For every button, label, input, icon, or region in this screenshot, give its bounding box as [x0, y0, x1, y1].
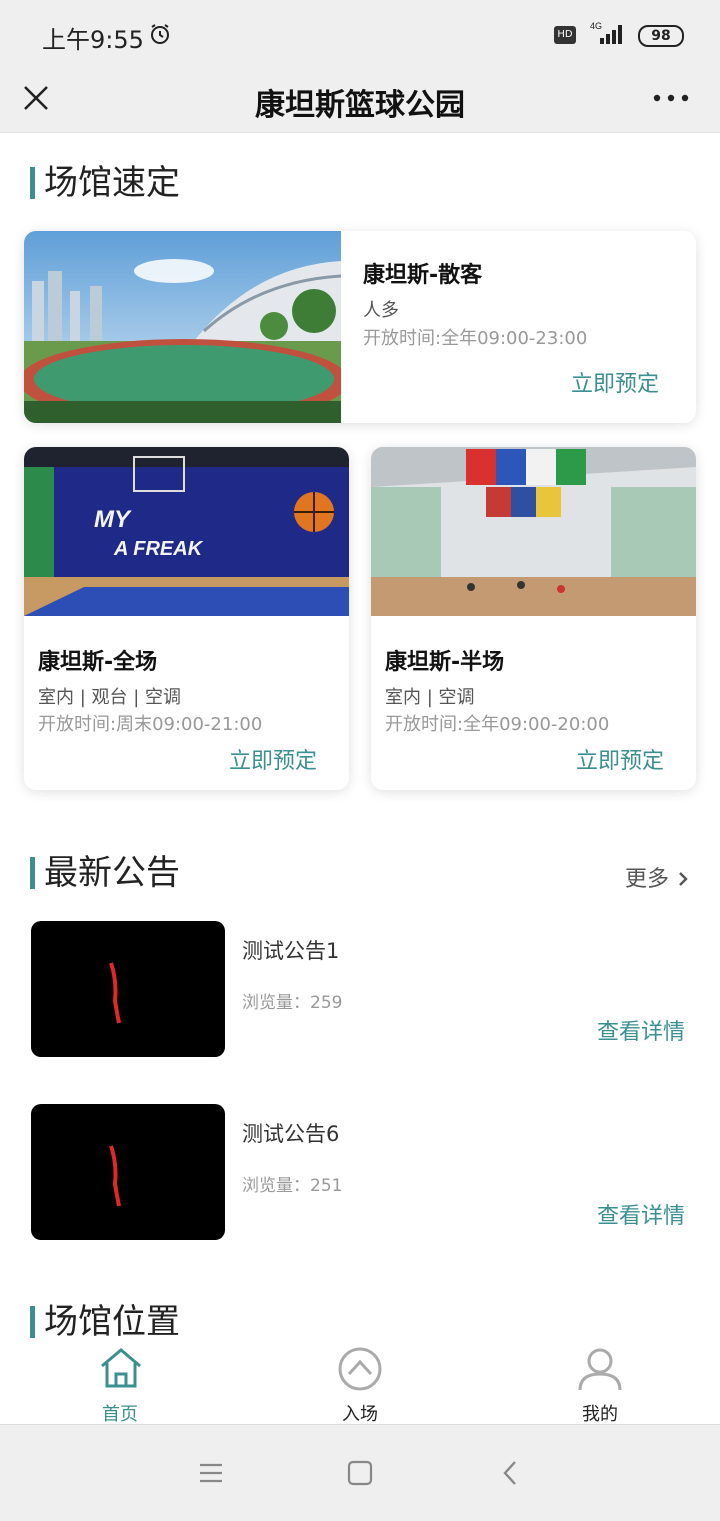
svg-text:A FREAK: A FREAK	[113, 538, 204, 560]
system-nav-bar	[0, 1424, 720, 1521]
venue-hours: 开放时间:全年09:00-20:00	[385, 714, 610, 735]
menu-icon[interactable]	[198, 1462, 224, 1484]
red-mark-image	[109, 962, 121, 1024]
notice-title: 测试公告1	[242, 939, 340, 963]
venue-image-stadium	[24, 231, 341, 423]
back-icon[interactable]	[500, 1459, 520, 1487]
more-options-icon[interactable]	[650, 84, 692, 112]
tab-label: 首页	[102, 1404, 138, 1425]
alarm-icon	[151, 24, 169, 44]
venue-hours: 开放时间:全年09:00-23:00	[363, 328, 588, 349]
venue-name: 康坦斯-散客	[363, 263, 483, 288]
page-title: 康坦斯篮球公园	[255, 88, 465, 123]
venue-card-half-court[interactable]: 康坦斯-半场 室内 | 空调 开放时间:全年09:00-20:00 立即预定	[371, 447, 696, 790]
tab-bar: 首页 入场 我的	[0, 1338, 720, 1425]
signal-icon: 4G	[590, 21, 622, 44]
view-details-button[interactable]: 查看详情	[597, 1014, 685, 1046]
red-mark-image	[109, 1145, 121, 1207]
venue-card-full-court[interactable]: MY A FREAK 康坦斯-全场 室内 | 观台 | 空调 开放时间:周末09…	[24, 447, 349, 790]
book-now-button[interactable]: 立即预定	[229, 743, 317, 775]
venue-image-full-court: MY A FREAK	[24, 447, 349, 616]
section-title-location: 场馆位置	[30, 1302, 180, 1342]
notice-thumbnail	[31, 1104, 225, 1240]
section-title-notices: 最新公告	[30, 853, 180, 893]
venue-hours: 开放时间:周末09:00-21:00	[38, 714, 263, 735]
more-notices-link[interactable]: 更多	[625, 861, 690, 893]
tab-entry[interactable]: 入场	[300, 1338, 420, 1425]
hd-icon: HD	[554, 26, 576, 44]
section-title-booking: 场馆速定	[30, 163, 180, 203]
notice-thumbnail	[31, 921, 225, 1057]
tab-label: 我的	[582, 1404, 618, 1425]
venue-image-half-court	[371, 447, 696, 616]
more-label: 更多	[625, 867, 670, 892]
nav-bar: 康坦斯篮球公园	[0, 66, 720, 133]
venue-tags: 室内 | 空调	[385, 687, 475, 708]
svg-text:MY: MY	[94, 506, 132, 533]
tab-home[interactable]: 首页	[60, 1338, 180, 1425]
chevron-right-icon	[679, 872, 688, 886]
view-details-button[interactable]: 查看详情	[597, 1198, 685, 1230]
venue-name: 康坦斯-半场	[385, 650, 505, 675]
chevron-up-circle-icon	[338, 1347, 382, 1391]
svg-text:4G: 4G	[590, 21, 602, 31]
tab-mine[interactable]: 我的	[540, 1338, 660, 1425]
notice-views: 浏览量：259	[242, 993, 343, 1013]
venue-card-walkin[interactable]: 康坦斯-散客 人多 开放时间:全年09:00-23:00 立即预定	[24, 231, 696, 423]
venue-tags: 人多	[363, 300, 399, 321]
user-icon	[578, 1348, 622, 1391]
notice-title: 测试公告6	[242, 1122, 340, 1146]
home-square-icon[interactable]	[347, 1460, 373, 1486]
tab-label: 入场	[342, 1404, 378, 1425]
battery-indicator: 98	[638, 25, 684, 47]
home-icon	[101, 1348, 141, 1388]
status-time: 上午9:55	[42, 26, 144, 54]
venue-tags: 室内 | 观台 | 空调	[38, 687, 182, 708]
book-now-button[interactable]: 立即预定	[576, 743, 664, 775]
venue-name: 康坦斯-全场	[38, 650, 158, 675]
book-now-button[interactable]: 立即预定	[571, 366, 659, 398]
notice-views: 浏览量：251	[242, 1176, 343, 1196]
status-bar: 上午9:55 HD 4G 98	[0, 0, 720, 66]
